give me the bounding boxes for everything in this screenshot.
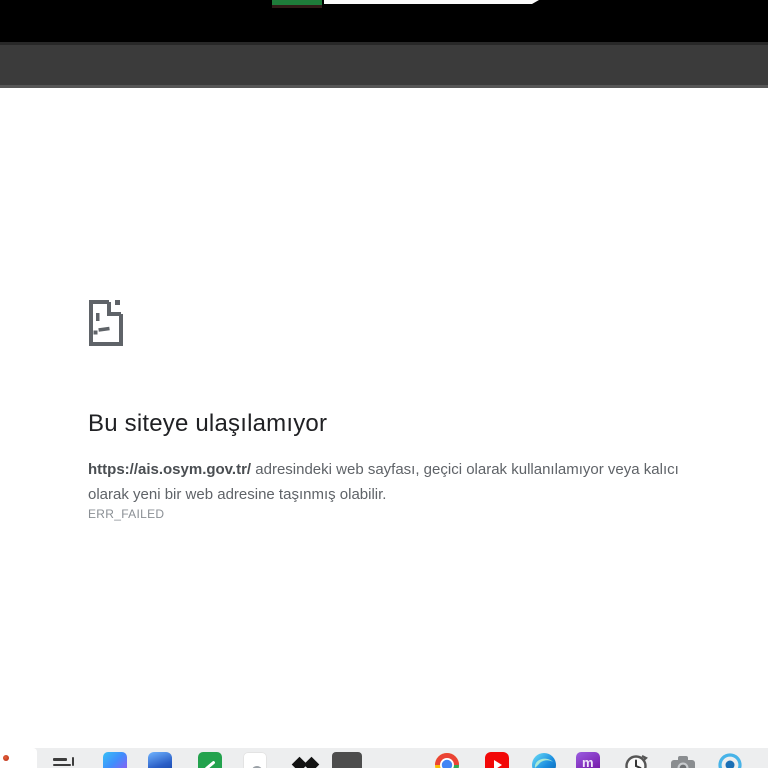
notification-dot-icon [3, 755, 9, 761]
dark-tile-app-icon[interactable] [332, 752, 362, 768]
toolbar-top-edge [0, 42, 768, 45]
task-list-icon[interactable] [51, 752, 77, 768]
blue-gem-tile [148, 752, 172, 768]
white-segment-tip [532, 0, 539, 4]
white-segment [324, 0, 532, 4]
red-media-app-icon[interactable] [484, 752, 510, 768]
white-tile [243, 752, 267, 768]
green-check-app-icon[interactable] [197, 752, 223, 768]
purple-office-app-icon[interactable] [575, 752, 601, 768]
taskbar-left-item[interactable] [0, 748, 37, 768]
purple-tile [576, 752, 600, 768]
maroon-segment [272, 5, 322, 8]
camera-app-icon[interactable] [669, 752, 695, 768]
red-tile [485, 752, 509, 768]
black-diamonds-app-icon[interactable] [291, 752, 320, 768]
mail-app-tile [103, 752, 127, 768]
taskbar [0, 748, 768, 768]
green-check-tile [198, 752, 222, 768]
top-window-edge [0, 0, 768, 42]
error-page: Bu siteye ulaşılamıyor https://ais.osym.… [0, 88, 768, 748]
edge-icon[interactable] [531, 752, 557, 768]
clock-app-icon[interactable] [623, 752, 649, 768]
blue-ring-app-icon[interactable] [717, 752, 743, 768]
dark-tile [332, 752, 362, 768]
error-message: https://ais.osym.gov.tr/ adresindeki web… [88, 457, 692, 507]
error-title: Bu siteye ulaşılamıyor [88, 410, 328, 438]
browser-toolbar-band [0, 42, 768, 88]
blue-gem-app-icon[interactable] [147, 752, 173, 768]
chrome-icon[interactable] [434, 752, 460, 768]
sad-document-icon [89, 300, 123, 346]
white-tile-app-icon[interactable] [242, 752, 268, 768]
mail-app-icon[interactable] [102, 752, 128, 768]
error-url: https://ais.osym.gov.tr/ [88, 461, 252, 478]
error-code: ERR_FAILED [88, 507, 165, 521]
